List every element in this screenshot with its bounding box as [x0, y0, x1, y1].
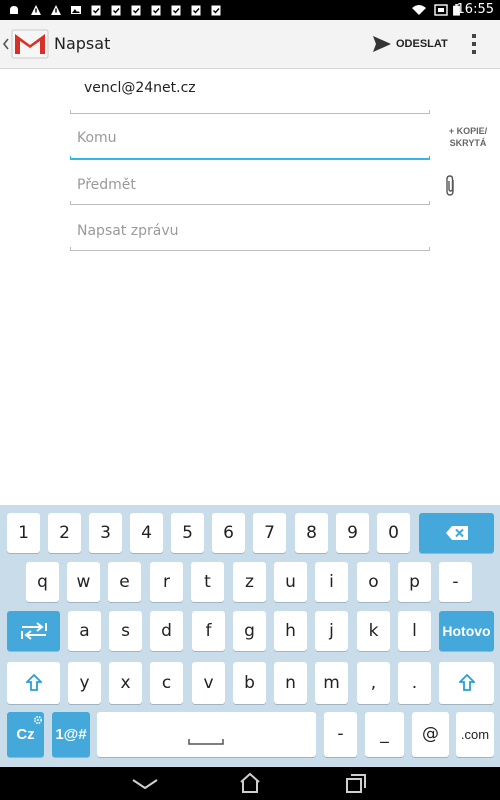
key-d[interactable]: d [150, 611, 183, 651]
key-v[interactable]: v [192, 662, 225, 704]
to-underline [70, 156, 430, 160]
key-underscore[interactable]: _ [365, 712, 404, 757]
notification-android-icon [10, 6, 18, 14]
switch-keyboard-key[interactable] [7, 611, 60, 651]
clipboard-icon [131, 5, 141, 16]
subject-underline [70, 201, 430, 205]
key-4[interactable]: 4 [130, 513, 163, 553]
key-0[interactable]: 0 [377, 513, 410, 553]
body-input[interactable]: Napsat zprávu [77, 223, 178, 239]
overflow-menu-button[interactable] [464, 30, 484, 58]
key-o[interactable]: o [357, 562, 390, 602]
key-t[interactable]: t [191, 562, 224, 602]
key-w[interactable]: w [67, 562, 100, 602]
key-c[interactable]: c [150, 662, 183, 704]
key-n[interactable]: n [274, 662, 307, 704]
key-period[interactable]: . [398, 662, 431, 704]
warning-icon [51, 5, 61, 15]
status-bar: 16:55 [0, 0, 500, 20]
key-q[interactable]: q [26, 562, 59, 602]
symbols-key[interactable]: 1@# [52, 712, 90, 757]
subject-input[interactable]: Předmět [77, 177, 136, 193]
key-j[interactable]: j [315, 611, 348, 651]
clipboard-icon [211, 5, 221, 16]
to-input[interactable]: Komu [77, 130, 117, 146]
clipboard-icon [111, 5, 121, 16]
send-label: ODESLAT [396, 38, 448, 50]
key-b[interactable]: b [233, 662, 266, 704]
key-g[interactable]: g [233, 611, 266, 651]
key-i[interactable]: i [315, 562, 348, 602]
action-bar: Napsat ODESLAT [0, 20, 500, 69]
key-m[interactable]: m [315, 662, 348, 704]
cc-bcc-button[interactable]: + KOPIE/ SKRYTÁ [440, 125, 496, 149]
key-2[interactable]: 2 [48, 513, 81, 553]
shift-right-key[interactable] [439, 662, 494, 704]
backspace-icon [446, 526, 468, 540]
key-5[interactable]: 5 [171, 513, 204, 553]
send-button[interactable]: ODESLAT [372, 32, 448, 56]
space-bar-icon [188, 739, 224, 745]
hide-keyboard-icon[interactable] [131, 777, 159, 791]
key-dash[interactable]: - [439, 562, 472, 602]
body-underline [70, 247, 430, 251]
clipboard-icon [191, 5, 201, 16]
up-navigation-button[interactable] [0, 20, 50, 68]
wifi-icon [412, 5, 426, 15]
key-6[interactable]: 6 [212, 513, 245, 553]
key-x[interactable]: x [109, 662, 142, 704]
home-icon[interactable] [238, 772, 262, 794]
clipboard-icon [171, 5, 181, 16]
done-key[interactable]: Hotovo [439, 611, 494, 651]
key-at[interactable]: @ [412, 712, 449, 757]
key-r[interactable]: r [150, 562, 183, 602]
space-key[interactable] [97, 712, 316, 757]
key-1[interactable]: 1 [7, 513, 40, 553]
warning-icon [31, 5, 41, 15]
page-title: Napsat [54, 34, 111, 53]
key-9[interactable]: 9 [336, 513, 369, 553]
key-f[interactable]: f [192, 611, 225, 651]
key-dash-bottom[interactable]: - [324, 712, 357, 757]
key-7[interactable]: 7 [253, 513, 286, 553]
key-u[interactable]: u [274, 562, 307, 602]
compose-form: vencl@24net.cz Komu + KOPIE/ SKRYTÁ Před… [0, 68, 500, 505]
swap-arrows-icon [21, 622, 47, 640]
chevron-left-icon [2, 38, 9, 50]
clipboard-icon [91, 5, 101, 16]
key-k[interactable]: k [357, 611, 390, 651]
key-p[interactable]: p [398, 562, 431, 602]
key-e[interactable]: e [108, 562, 141, 602]
recent-apps-icon[interactable] [344, 772, 368, 794]
clipboard-icon [151, 5, 161, 16]
status-clock: 16:55 [456, 2, 494, 17]
soft-keyboard: 1 2 3 4 5 6 7 8 9 0 q w e r t z u i o p … [0, 505, 500, 767]
key-dot-com[interactable]: .com [456, 712, 494, 757]
shift-icon [459, 674, 475, 691]
shift-icon [26, 674, 42, 691]
key-y[interactable]: y [68, 662, 101, 704]
key-a[interactable]: a [68, 611, 101, 651]
key-z[interactable]: z [233, 562, 266, 602]
send-icon [373, 36, 391, 52]
gmail-logo-icon [11, 29, 49, 59]
language-key[interactable]: Cz [7, 712, 44, 757]
key-8[interactable]: 8 [295, 513, 328, 553]
backspace-key[interactable] [419, 513, 494, 553]
key-comma[interactable]: , [357, 662, 390, 704]
image-icon [71, 6, 81, 14]
key-l[interactable]: l [398, 611, 431, 651]
attachment-icon[interactable] [443, 174, 457, 198]
from-field[interactable]: vencl@24net.cz [84, 80, 196, 96]
key-s[interactable]: s [109, 611, 142, 651]
shift-left-key[interactable] [7, 662, 60, 704]
language-label: Cz [16, 726, 35, 743]
screenshot-icon [434, 4, 448, 16]
key-h[interactable]: h [274, 611, 307, 651]
settings-gear-icon [33, 715, 43, 725]
key-3[interactable]: 3 [89, 513, 122, 553]
from-underline [70, 110, 430, 114]
navigation-bar [0, 767, 500, 800]
